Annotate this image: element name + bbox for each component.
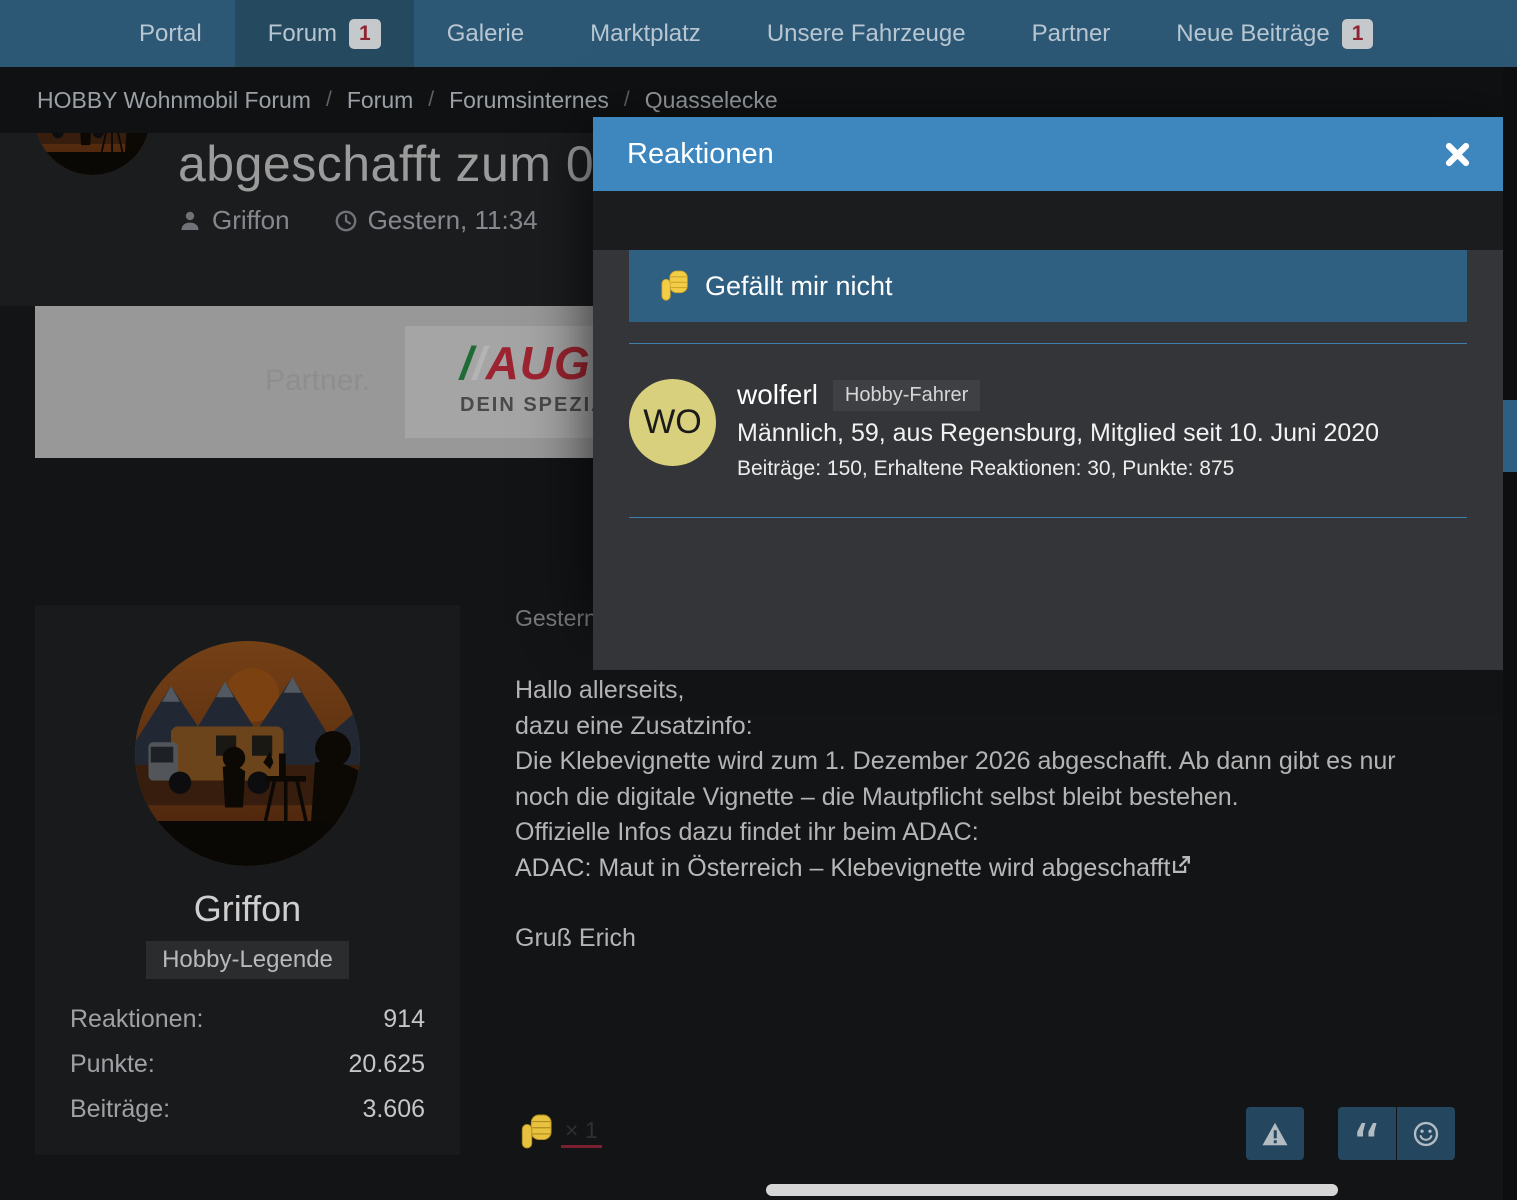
smiley-button[interactable] <box>1397 1107 1455 1160</box>
post-line: Hallo allerseits, <box>515 673 1455 709</box>
user-icon <box>178 209 202 233</box>
post-author-avatar[interactable] <box>135 641 360 866</box>
nav-item-marktplatz[interactable]: Marktplatz <box>557 0 734 67</box>
ad-watermark: Partner. <box>265 364 370 398</box>
post-author-name[interactable]: Griffon <box>35 888 460 930</box>
smiley-icon <box>1412 1120 1440 1148</box>
author-stats: Reaktionen: 914 Punkte: 20.625 Beiträge:… <box>70 1005 425 1140</box>
modal-header: Reaktionen <box>593 117 1503 191</box>
user-info: Männlich, 59, aus Regensburg, Mitglied s… <box>737 419 1379 448</box>
vertical-scrollbar-track <box>1503 67 1517 1200</box>
breadcrumb-item-root[interactable]: HOBBY Wohnmobil Forum <box>37 87 311 114</box>
nav-item-forum[interactable]: Forum 1 <box>235 0 414 67</box>
thumbs-down-emoji <box>659 269 689 303</box>
camper-avatar-image <box>135 641 360 866</box>
post-line: Die Klebevignette wird zum 1. Dezember 2… <box>515 744 1455 815</box>
external-link-icon[interactable] <box>1170 854 1192 876</box>
thumbs-down-emoji[interactable] <box>519 1112 553 1152</box>
stat-row-punkte: Punkte: 20.625 <box>70 1050 425 1079</box>
neue-beitraege-count-badge: 1 <box>1342 19 1374 49</box>
user-stats: Beiträge: 150, Erhaltene Reaktionen: 30,… <box>737 457 1379 481</box>
post-line: Offizielle Infos dazu findet ihr beim AD… <box>515 815 1455 851</box>
post-line: dazu eine Zusatzinfo: <box>515 709 1455 745</box>
forum-page: Portal Forum 1 Galerie Marktplatz Unsere… <box>0 0 1517 1200</box>
breadcrumb-separator: / <box>428 88 434 112</box>
vertical-scrollbar-thumb[interactable] <box>1503 400 1517 472</box>
report-button[interactable] <box>1246 1107 1304 1160</box>
warning-triangle-icon <box>1260 1120 1290 1148</box>
divider <box>629 517 1467 518</box>
reaction-summary: × 1 <box>519 1112 602 1152</box>
forum-count-badge: 1 <box>349 19 381 49</box>
user-avatar[interactable]: WO <box>629 379 716 466</box>
reactions-modal: Reaktionen Gefällt mir nicht WO wolferl <box>593 117 1503 611</box>
user-rank-badge: Hobby-Fahrer <box>833 380 980 411</box>
horizontal-scrollbar-thumb[interactable] <box>766 1184 1338 1196</box>
thread-meta: Griffon Gestern, 11:34 <box>178 205 538 236</box>
thread-timestamp: Gestern, 11:34 <box>368 205 538 236</box>
user-name-link[interactable]: wolferl <box>737 379 818 411</box>
post-signature: Gruß Erich <box>515 921 1455 957</box>
stat-row-beitraege: Beiträge: 3.606 <box>70 1095 425 1124</box>
nav-item-unsere-fahrzeuge[interactable]: Unsere Fahrzeuge <box>734 0 999 67</box>
close-icon[interactable] <box>1444 141 1471 168</box>
post-body: Hallo allerseits, dazu eine Zusatzinfo: … <box>515 673 1455 957</box>
clock-icon <box>334 209 358 233</box>
nav-item-neue-beitraege[interactable]: Neue Beiträge 1 <box>1143 0 1406 67</box>
nav-item-partner[interactable]: Partner <box>999 0 1144 67</box>
adac-external-link[interactable]: ADAC: Maut in Österreich – Klebevignette… <box>515 854 1170 882</box>
reacting-user-row: WO wolferl Hobby-Fahrer Männlich, 59, au… <box>629 379 1467 481</box>
tab-gefaellt-mir-nicht[interactable]: Gefällt mir nicht <box>629 250 1467 322</box>
top-navbar: Portal Forum 1 Galerie Marktplatz Unsere… <box>0 0 1517 67</box>
quote-button[interactable]: “ <box>1338 1107 1396 1160</box>
breadcrumb-separator: / <box>326 88 332 112</box>
tab-label: Gefällt mir nicht <box>705 271 893 302</box>
post-author-card: Griffon Hobby-Legende Reaktionen: 914 Pu… <box>35 605 460 1155</box>
modal-title: Reaktionen <box>627 138 774 171</box>
divider <box>629 343 1467 344</box>
nav-item-galerie[interactable]: Galerie <box>414 0 557 67</box>
thread-author-link[interactable]: Griffon <box>212 205 290 236</box>
reaction-count-link[interactable]: × 1 <box>561 1117 602 1148</box>
stat-row-reaktionen: Reaktionen: 914 <box>70 1005 425 1034</box>
author-rank-badge: Hobby-Legende <box>146 941 349 979</box>
breadcrumb-item-quasselecke[interactable]: Quasselecke <box>645 87 778 114</box>
nav-item-portal[interactable]: Portal <box>106 0 235 67</box>
breadcrumb-item-forumsinternes[interactable]: Forumsinternes <box>449 87 609 114</box>
thread-title: abgeschafft zum 01 <box>178 135 622 193</box>
modal-body: Gefällt mir nicht WO wolferl Hobby-Fahre… <box>593 250 1503 670</box>
breadcrumb-item-forum[interactable]: Forum <box>347 87 413 114</box>
quote-icon: “ <box>1352 1136 1381 1156</box>
breadcrumb-separator: / <box>624 88 630 112</box>
